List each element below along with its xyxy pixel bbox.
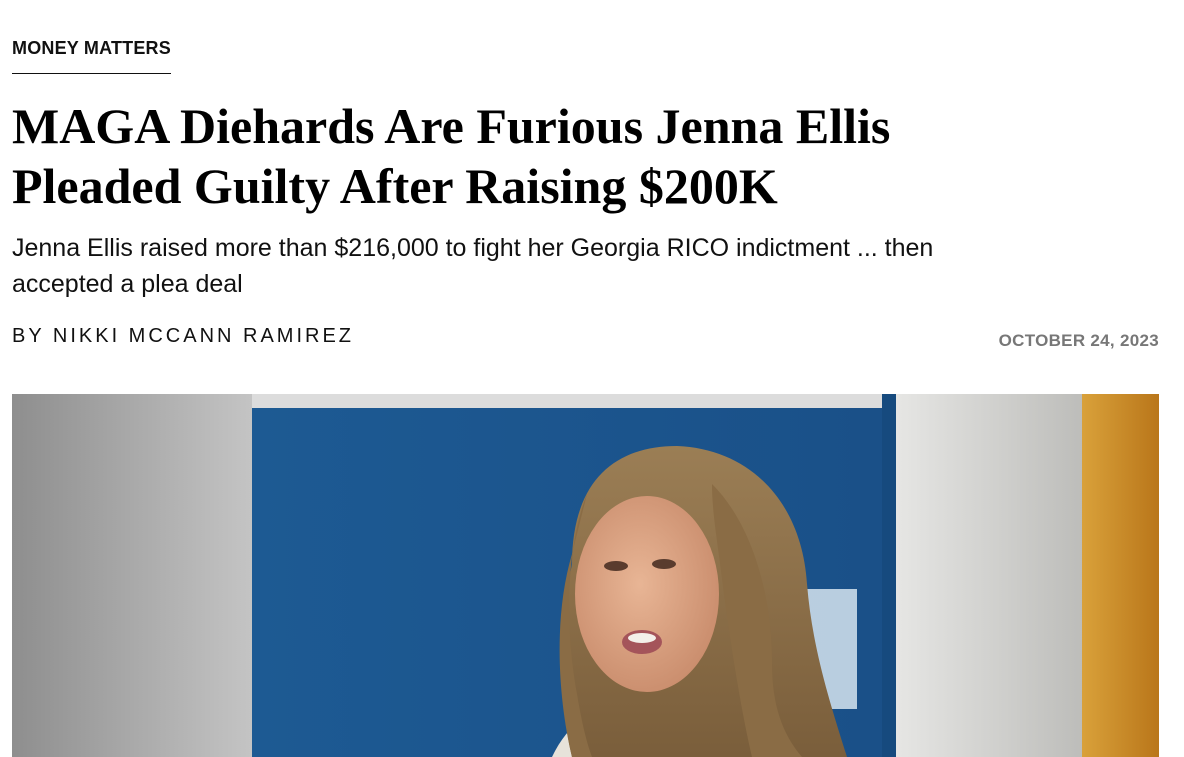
author-link[interactable]: NIKKI MCCANN RAMIREZ	[53, 325, 354, 347]
byline-prefix: BY	[12, 325, 45, 347]
hero-photo-illustration	[12, 394, 1159, 757]
section-link[interactable]: MONEY MATTERS	[12, 38, 171, 74]
byline: BY NIKKI MCCANN RAMIREZ	[12, 325, 354, 348]
article-headline: MAGA Diehards Are Furious Jenna Ellis Pl…	[12, 98, 891, 214]
article-dek: Jenna Ellis raised more than $216,000 to…	[12, 234, 934, 298]
publish-date: OCTOBER 24, 2023	[998, 331, 1159, 350]
hero-photo	[12, 394, 1159, 757]
